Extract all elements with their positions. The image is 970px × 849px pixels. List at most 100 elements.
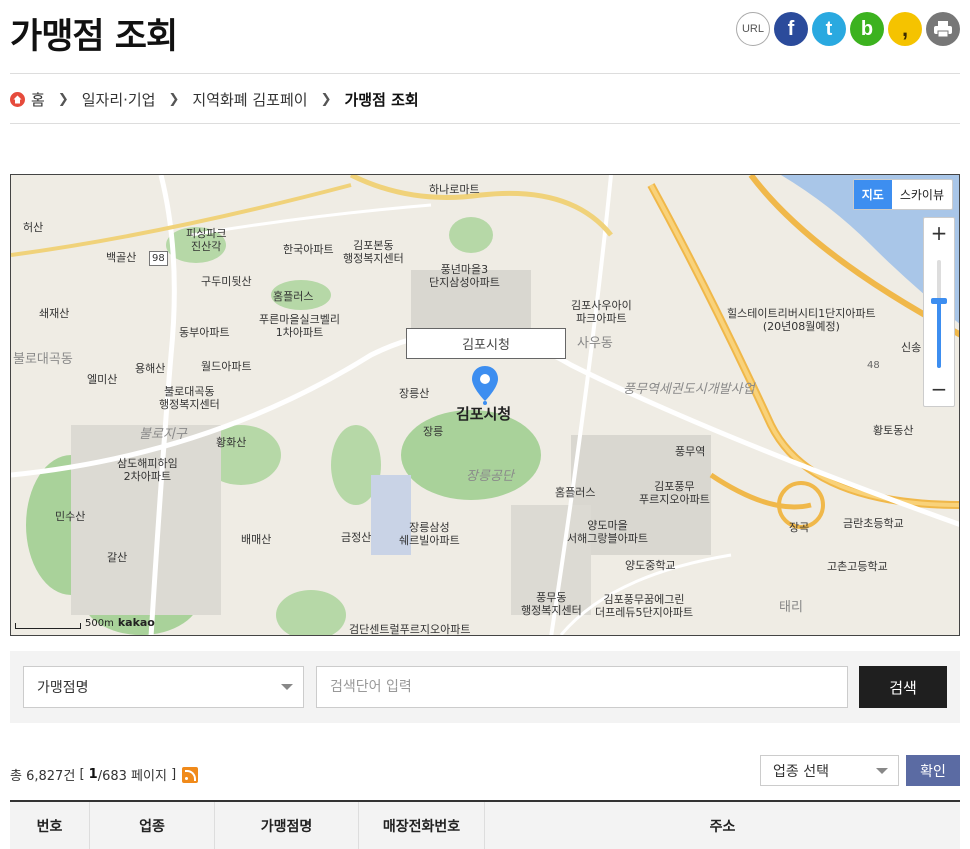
map-label: 사우동 xyxy=(577,336,613,351)
search-category-value: 가맹점명 xyxy=(37,680,89,696)
map-label: 구두미뒷산 xyxy=(201,275,252,288)
map-label: 쇄재산 xyxy=(39,307,70,320)
search-form: 가맹점명 검색 xyxy=(10,651,960,723)
map-label: 금란초등학교 xyxy=(843,517,904,530)
map-label: 양도마을 서해그랑블아파트 xyxy=(567,519,648,545)
bracket-close: ] xyxy=(171,767,177,782)
breadcrumb-home[interactable]: 홈 xyxy=(31,89,45,110)
map-label: 장릉삼성 쉐르빌아파트 xyxy=(399,521,460,547)
map-label: 풍무역 xyxy=(675,445,706,458)
map-type-skyview-button[interactable]: 스카이뷰 xyxy=(892,180,952,209)
map-label: 금정산 xyxy=(341,531,372,544)
map-label: 엘미산 xyxy=(87,373,118,386)
map-label: 장곡 xyxy=(789,521,810,534)
chevron-right-icon: ❯ xyxy=(168,92,180,107)
search-button[interactable]: 검색 xyxy=(859,666,947,708)
map-label: 하나로마트 xyxy=(429,183,480,196)
search-category-select[interactable]: 가맹점명 xyxy=(23,666,304,708)
column-header-address: 주소 xyxy=(709,818,736,835)
map-label: 신송 xyxy=(901,341,922,354)
map-label: 동부아파트 xyxy=(179,326,230,339)
zoom-control: + − xyxy=(923,217,955,407)
divider xyxy=(10,123,960,124)
category-select[interactable]: 업종 선택 xyxy=(760,755,899,786)
home-icon[interactable] xyxy=(10,92,25,107)
map-label: 김포풍무꿈에그린 더프레듀5단지아파트 xyxy=(595,593,694,619)
breadcrumb-current: 가맹점 조회 xyxy=(344,91,419,109)
map-label: 불로대곡동 행정복지센터 xyxy=(159,385,220,411)
divider xyxy=(10,73,960,74)
zoom-slider-fill xyxy=(937,302,941,368)
map-label: 태리 xyxy=(779,600,803,615)
search-keyword-input[interactable] xyxy=(316,666,848,708)
map-label: 장릉공단 xyxy=(466,469,514,484)
map-label: 백골산 xyxy=(106,251,137,264)
map-label: 검단센트럴푸르지오아파트 xyxy=(349,623,471,636)
table-header: 번호 업종 가맹점명 매장전화번호 주소 xyxy=(10,800,960,849)
column-header-number: 번호 xyxy=(10,802,90,849)
current-page: 1 xyxy=(88,767,98,782)
result-summary: 총 6,827건 [ 1/683 페이지 ] xyxy=(10,765,199,784)
map-view[interactable]: 허산 백골산 피싱파크 진산각 하나로마트 한국아파트 김포본동 행정복지센터 … xyxy=(10,174,960,636)
map-scale: 500m kakao xyxy=(15,616,155,629)
zoom-out-button[interactable]: − xyxy=(924,374,954,404)
caret-down-icon xyxy=(876,767,888,774)
map-label: 풍년마을3 단지삼성아파트 xyxy=(429,263,500,289)
map-label: 48 xyxy=(867,360,880,371)
breadcrumb: 홈 ❯ 일자리·기업 ❯ 지역화폐 김포페이 ❯ 가맹점 조회 xyxy=(10,89,419,110)
map-label: 풍무역세권도시개발사업 xyxy=(623,382,755,397)
share-bar: URL f t b , xyxy=(736,12,960,46)
band-share-button[interactable]: b xyxy=(850,12,884,46)
map-label: 김포사우아이 파크아파트 xyxy=(571,299,632,325)
zoom-slider-handle[interactable] xyxy=(931,298,947,304)
map-label: 김포풍무 푸르지오아파트 xyxy=(639,480,710,506)
zoom-in-button[interactable]: + xyxy=(924,218,954,248)
twitter-share-button[interactable]: t xyxy=(812,12,846,46)
rss-icon[interactable] xyxy=(182,766,199,783)
map-type-map-button[interactable]: 지도 xyxy=(853,180,892,209)
map-label: 김포시청 xyxy=(456,405,512,423)
column-header-store-name: 가맹점명 xyxy=(215,802,359,849)
map-label: 황화산 xyxy=(216,436,247,449)
map-label: 불로지구 xyxy=(139,427,187,442)
map-infowindow[interactable]: 김포시청 xyxy=(406,328,566,359)
map-label: 푸른마을실크벨리 1차아파트 xyxy=(259,313,340,339)
bracket-open: [ xyxy=(79,767,85,782)
column-header-phone: 매장전화번호 xyxy=(359,802,485,849)
map-label: 민수산 xyxy=(55,510,86,523)
category-select-value: 업종 선택 xyxy=(773,763,829,780)
map-type-toggle: 지도 스카이뷰 xyxy=(852,179,953,210)
map-label: 장릉산 xyxy=(399,387,430,400)
total-prefix: 총 xyxy=(10,769,22,784)
map-label: 장릉 xyxy=(423,425,444,438)
kakaostory-share-button[interactable]: , xyxy=(888,12,922,46)
confirm-button[interactable]: 확인 xyxy=(906,755,960,786)
url-share-button[interactable]: URL xyxy=(736,12,770,46)
caret-down-icon xyxy=(281,684,293,690)
map-label: 갈산 xyxy=(107,551,128,564)
column-header-category: 업종 xyxy=(90,802,215,849)
print-button[interactable] xyxy=(926,12,960,46)
map-label: 불로대곡동 xyxy=(13,352,73,367)
map-label: 김포본동 행정복지센터 xyxy=(343,239,404,265)
breadcrumb-level1[interactable]: 일자리·기업 xyxy=(82,89,156,110)
map-label: 홈플러스 xyxy=(273,290,314,303)
map-label: 98 xyxy=(149,251,168,266)
map-label: 고촌고등학교 xyxy=(827,560,888,573)
map-label: 황토동산 xyxy=(873,424,914,437)
kakao-logo[interactable]: kakao xyxy=(118,616,155,629)
map-label: 삼도해피하임 2차아파트 xyxy=(117,457,178,483)
map-label: 홈플러스 xyxy=(555,486,596,499)
printer-icon xyxy=(934,21,952,38)
map-label: 한국아파트 xyxy=(283,243,334,256)
map-marker-icon[interactable] xyxy=(471,365,499,405)
map-label: 배매산 xyxy=(241,533,272,546)
chevron-right-icon: ❯ xyxy=(57,92,69,107)
page-count: /683 페이지 xyxy=(97,769,167,784)
facebook-share-button[interactable]: f xyxy=(774,12,808,46)
map-label: 풍무동 행정복지센터 xyxy=(521,591,582,617)
total-count: 6,827건 xyxy=(26,769,76,784)
chevron-right-icon: ❯ xyxy=(320,92,332,107)
breadcrumb-level2[interactable]: 지역화폐 김포페이 xyxy=(192,89,307,110)
map-label: 피싱파크 진산각 xyxy=(186,227,227,253)
